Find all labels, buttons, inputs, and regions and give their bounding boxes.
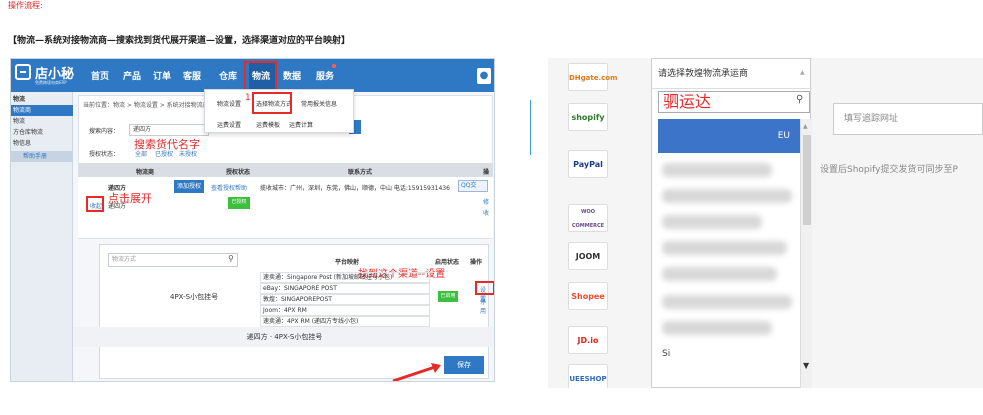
view-auth-help-link[interactable]: 查看授权帮助 bbox=[211, 183, 247, 192]
carrier-table-header: 物流商 授权状态 联系方式 操 bbox=[78, 163, 493, 177]
authorized-badge: 已授权 bbox=[228, 197, 250, 209]
top-nav-bar: 店小秘 免费跨境电商ERP 首页 产品 订单 客服 仓库 物流 数据 服务 ● bbox=[11, 59, 494, 92]
search-label: 搜索内容： bbox=[89, 128, 120, 135]
nav-orders[interactable]: 订单 bbox=[153, 69, 171, 82]
channel-search-input[interactable]: 物流方式 bbox=[108, 253, 238, 267]
nav-warehouse[interactable]: 仓库 bbox=[219, 69, 237, 82]
annotation-box-select-method bbox=[252, 92, 292, 114]
left-app-screenshot: 店小秘 免费跨境电商ERP 首页 产品 订单 客服 仓库 物流 数据 服务 ● … bbox=[10, 58, 495, 382]
scrollbar-thumb[interactable] bbox=[803, 135, 811, 225]
channel-sub-table: 物流方式 ⚲ 平台映射 启用状态 操作 找到这个渠道--设置 4PX-S小包挂号… bbox=[99, 244, 494, 379]
annotation-box-setting bbox=[475, 281, 494, 295]
qq-contact-button[interactable]: QQ交 bbox=[458, 180, 488, 192]
nav-services[interactable]: 服务 bbox=[316, 69, 334, 82]
instruction-text: 【物流—系统对接物流商—搜索找到货代展开渠道—设置，选择渠道对应的平台映射】 bbox=[8, 36, 351, 46]
logo-subtitle: 免费跨境电商ERP bbox=[35, 80, 67, 85]
brand-logo-jd: JD.io bbox=[568, 326, 608, 354]
dropdown-scrollbar[interactable]: ▲ ▼ bbox=[800, 119, 812, 388]
mapping-row: Joom：4PX RM bbox=[260, 305, 430, 316]
nav-home[interactable]: 首页 bbox=[91, 69, 109, 82]
annotation-search-name: 搜索货代名字 bbox=[134, 138, 200, 151]
search-icon[interactable]: ⚲ bbox=[228, 254, 234, 263]
mapping-row: 速卖通：4PX RM (递四方专线小包) bbox=[260, 316, 430, 327]
brand-logo-ueeshop: UEESHOP bbox=[568, 364, 608, 388]
sidebar-item-warehouse[interactable]: 方仓库物流 bbox=[11, 127, 73, 138]
carrier-search-input[interactable]: 驷运达 bbox=[658, 91, 810, 113]
scroll-up-icon[interactable]: ▲ bbox=[803, 123, 808, 130]
right-app-screenshot: DHgate.com shopify PayPal WOO COMMERCE J… bbox=[548, 58, 983, 388]
annotation-box-collapse bbox=[86, 196, 104, 212]
search-input[interactable]: 递四方 bbox=[129, 124, 209, 136]
annotation-expand: 点击展开 bbox=[108, 192, 152, 205]
col-header-carrier: 物流商 bbox=[136, 169, 155, 176]
col-header-mapping: 平台映射 bbox=[335, 259, 360, 266]
channel-disable-link[interactable]: 停用 bbox=[480, 297, 488, 315]
carrier-row: 递四方 添加授权 查看授权帮助 揽收城市：广州，深圳，东莞，佛山，顺德，中山 电… bbox=[78, 177, 493, 239]
brand-logo-joom: JOOM bbox=[568, 242, 608, 270]
nav-data[interactable]: 数据 bbox=[283, 69, 301, 82]
blurred-option[interactable] bbox=[662, 163, 772, 177]
brand-logo-shopify: shopify bbox=[568, 103, 608, 131]
enabled-badge: 已启用 bbox=[438, 291, 458, 302]
blurred-option[interactable] bbox=[662, 267, 777, 281]
col-header-action: 操 bbox=[483, 169, 490, 176]
logo-icon bbox=[15, 64, 31, 80]
header-note: 操作流程: bbox=[8, 1, 43, 10]
menu-item-freight-settings[interactable]: 运费设置 bbox=[217, 120, 241, 129]
nav-service[interactable]: 客服 bbox=[183, 69, 201, 82]
menu-item-freight-calc[interactable]: 运费计算 bbox=[289, 120, 313, 129]
col-header-contact: 联系方式 bbox=[348, 169, 373, 176]
sidebar-item-info[interactable]: 物信息 bbox=[11, 138, 73, 149]
sidebar-help[interactable]: 帮助手册 bbox=[11, 151, 73, 162]
collapse-link-right[interactable]: 收 bbox=[483, 208, 489, 217]
carrier-select-dropdown[interactable]: 请选择敦煌物流承运商 ▲ 驷运达 ⚲ EU Si ▲ ▼ bbox=[651, 58, 812, 388]
partial-option-text: Si bbox=[662, 349, 671, 359]
annotation-step-number: 1 bbox=[245, 93, 251, 103]
menu-item-freight-template[interactable]: 运费模板 bbox=[256, 120, 280, 129]
user-icon[interactable]: ● bbox=[477, 68, 491, 84]
menu-item-customs-info[interactable]: 常用报关信息 bbox=[301, 99, 337, 108]
annotation-arrow-icon bbox=[392, 363, 441, 381]
divider-line bbox=[530, 100, 531, 155]
shopify-sync-hint: 设置后Shopify提交发货可同步至P bbox=[820, 165, 958, 175]
contact-info: 揽收城市：广州，深圳，东莞，佛山，顺德，中山 电话:15915931436 bbox=[260, 185, 450, 192]
mapping-row: 速卖通：Singapore Post (新加坡邮政挂号小包) bbox=[260, 272, 430, 283]
mapping-row: 敦煌：SINGAPOREPOST bbox=[260, 294, 430, 305]
tracking-url-input[interactable]: 填写追踪网址 bbox=[833, 103, 983, 135]
col-header-operation: 操作 bbox=[470, 259, 483, 266]
nav-products[interactable]: 产品 bbox=[123, 69, 141, 82]
search-icon: ⚲ bbox=[796, 94, 804, 105]
blurred-option[interactable] bbox=[662, 241, 787, 255]
menu-item-logistics-settings[interactable]: 物流设置 bbox=[217, 99, 241, 108]
col-header-auth: 授权状态 bbox=[226, 169, 251, 176]
brand-logo-paypal: PayPal bbox=[568, 150, 608, 178]
mapping-row: eBay：SINGAPORE POST bbox=[260, 283, 430, 294]
carrier-select-header[interactable]: 请选择敦煌物流承运商 bbox=[652, 59, 812, 89]
carrier-option-selected[interactable]: EU bbox=[658, 119, 800, 153]
save-button[interactable]: 保存 bbox=[444, 356, 484, 374]
sidebar-heading: 物流 bbox=[13, 96, 26, 103]
sidebar-item-logistics[interactable]: 物流 bbox=[11, 116, 73, 127]
brand-logo-shopee: Shopee bbox=[568, 282, 608, 310]
sidebar-item-carrier[interactable]: 物流商 bbox=[11, 105, 73, 116]
blurred-option[interactable] bbox=[662, 295, 792, 309]
edit-link[interactable]: 修 bbox=[483, 197, 489, 206]
annotation-box-logistics bbox=[244, 61, 277, 91]
brand-logo-woocommerce: WOO COMMERCE bbox=[568, 204, 608, 232]
nav-badge-dot bbox=[332, 64, 336, 68]
blurred-option[interactable] bbox=[662, 189, 792, 203]
auth-status-label: 授权状态： bbox=[89, 151, 120, 158]
scroll-down-icon[interactable]: ▼ bbox=[803, 361, 809, 370]
breadcrumb: 当前位置：物流 > 物流设置 > 系统对接物流商 bbox=[83, 102, 209, 109]
caret-up-icon: ▲ bbox=[800, 69, 805, 76]
footer-bar: 递四方 · 4PX-S小包挂号 bbox=[73, 327, 494, 347]
blurred-option[interactable] bbox=[662, 215, 762, 229]
brand-logo-dhgate: DHgate.com bbox=[568, 63, 617, 91]
channel-name: 4PX-S小包挂号 bbox=[170, 293, 219, 301]
logistics-dropdown-menu: 物流设置 选择物流方式 常用报关信息 运费设置 运费模板 运费计算 1 bbox=[204, 89, 354, 133]
add-auth-button[interactable]: 添加授权 bbox=[174, 180, 204, 193]
blurred-option[interactable] bbox=[662, 321, 772, 335]
sidebar: 物流 物流商 物流 方仓库物流 物信息 帮助手册 bbox=[11, 92, 73, 381]
